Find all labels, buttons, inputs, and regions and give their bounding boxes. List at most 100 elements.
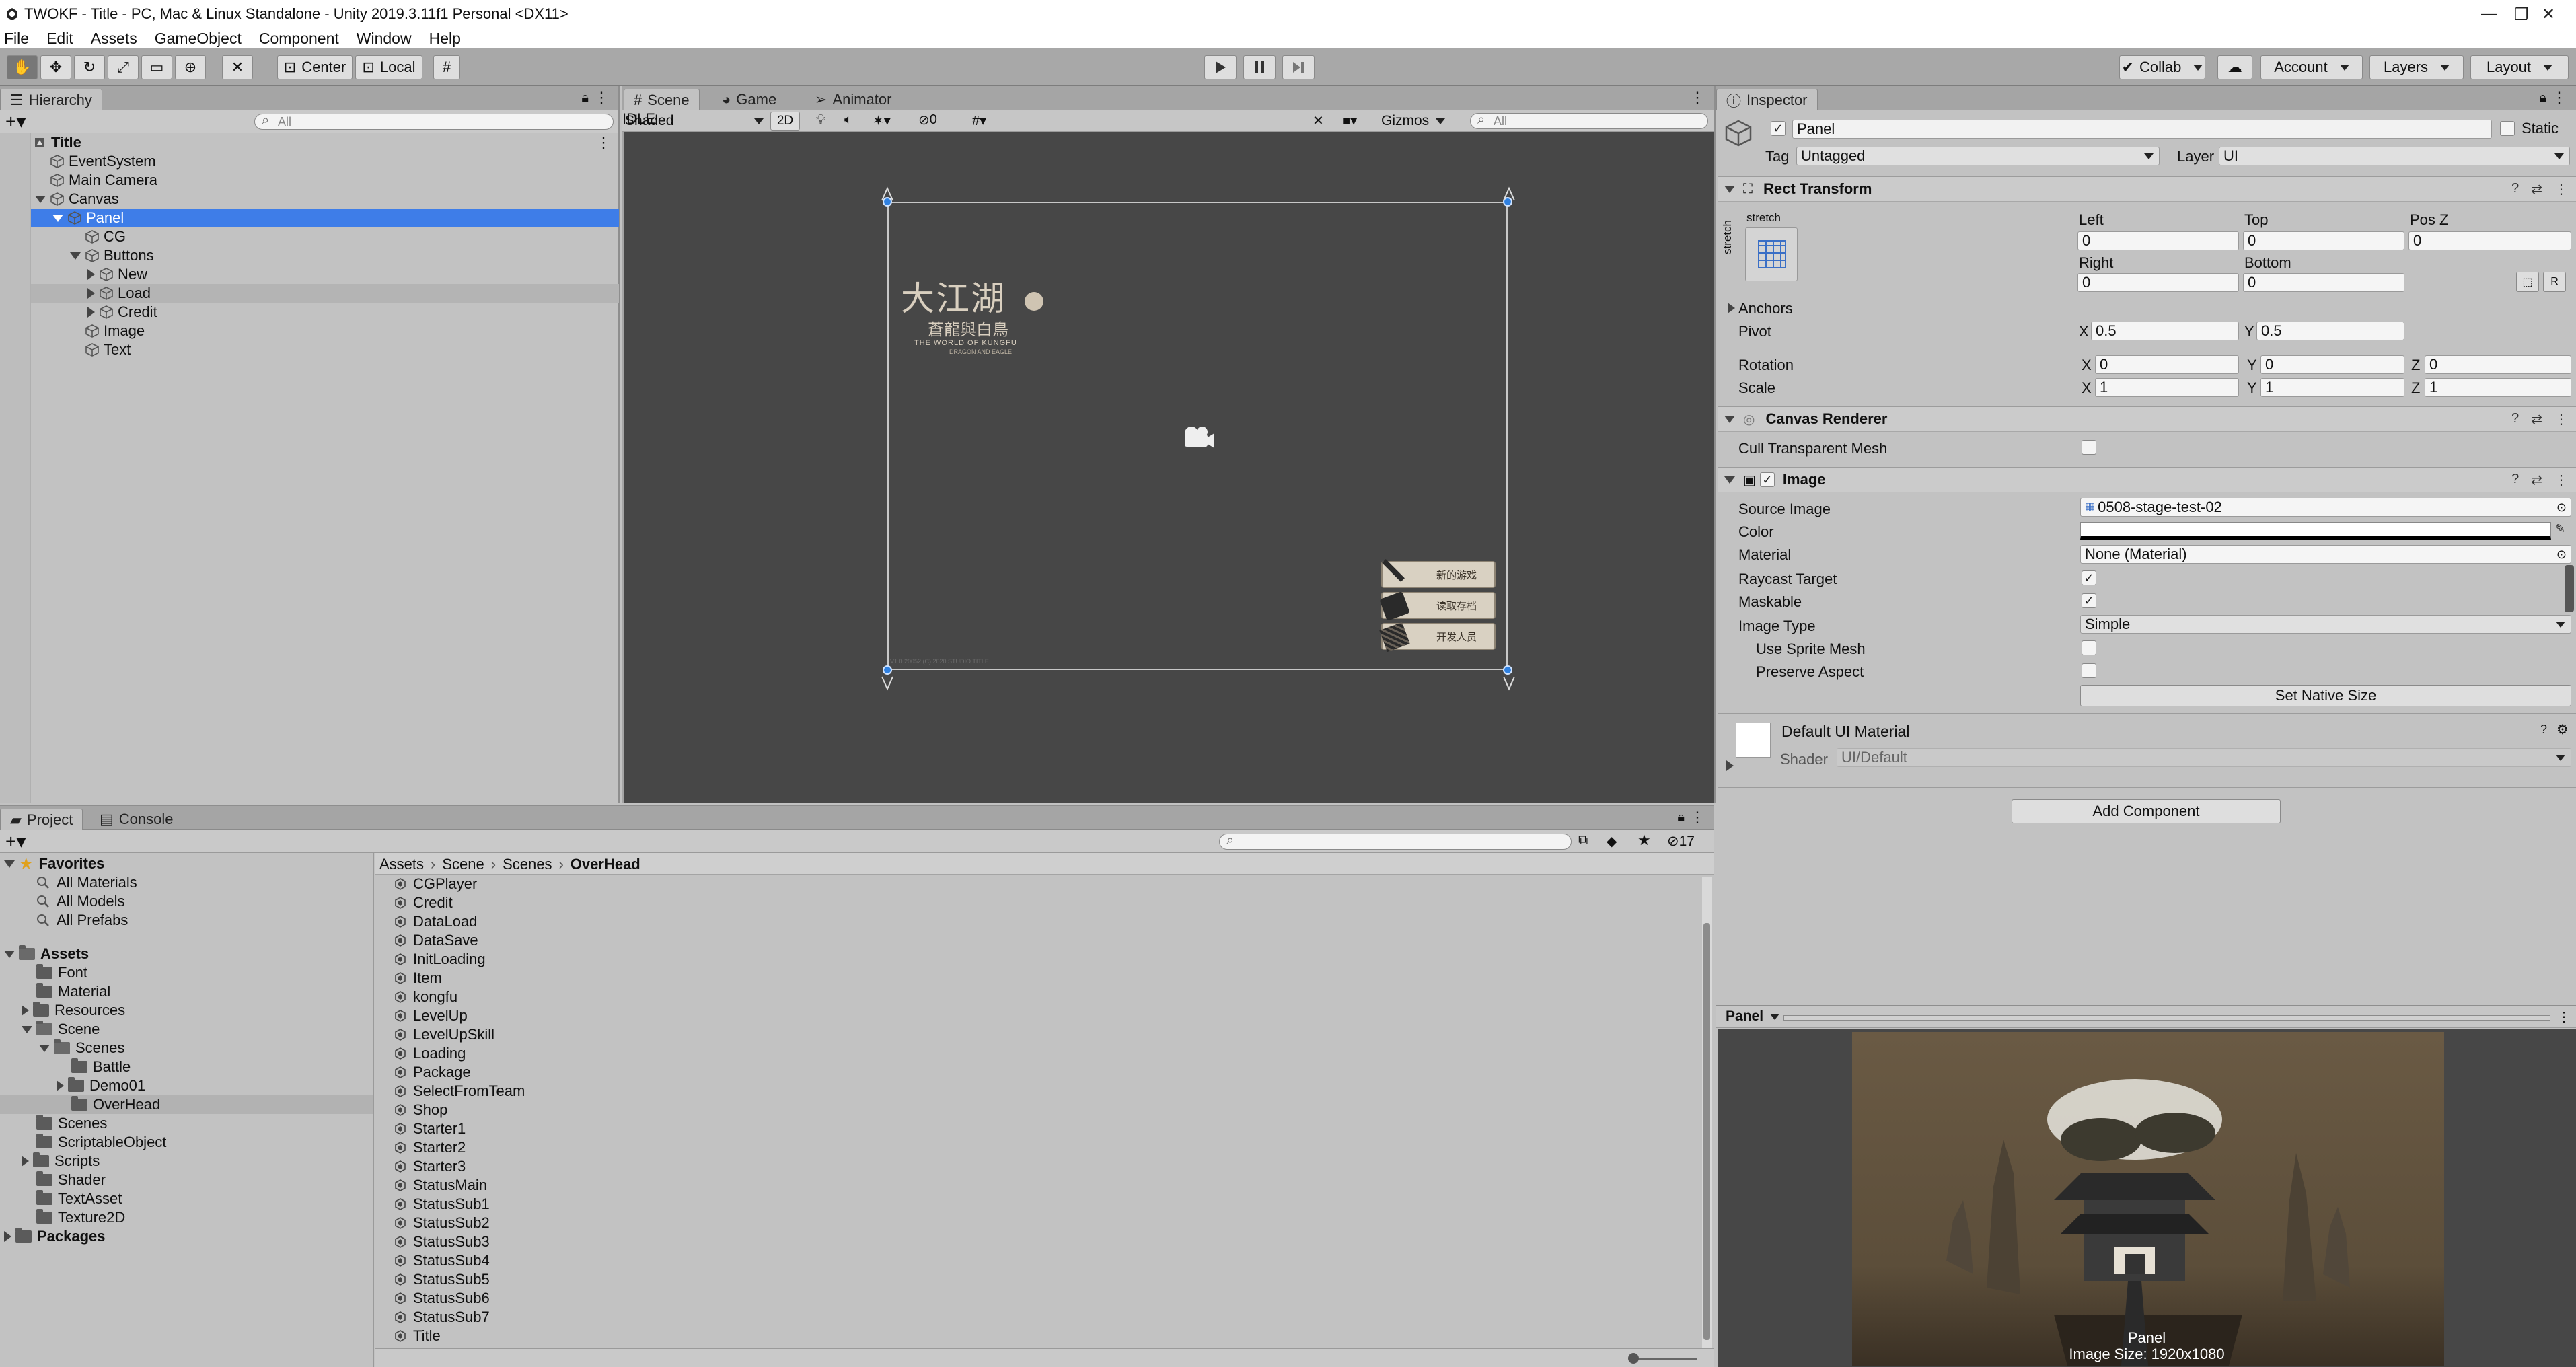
tab-inspector[interactable]: ⓘ Inspector [1716,89,1818,110]
asset-item-title[interactable]: Title [394,1327,441,1345]
asset-item-statussub2[interactable]: StatusSub2 [394,1214,490,1232]
folder-item-all-prefabs[interactable]: All Prefabs [0,911,373,930]
hierarchy-item-main-camera[interactable]: Main Camera [0,171,619,190]
hierarchy-item-eventsystem[interactable]: EventSystem [0,152,619,171]
asset-item-credit[interactable]: Credit [394,893,453,912]
tag-dropdown[interactable]: Untagged [1796,147,2160,165]
menu-edit[interactable]: Edit [46,30,73,48]
color-swatch[interactable] [2080,522,2551,540]
context-menu-icon[interactable]: ⋮ [2554,472,2568,488]
asset-list-scrollbar-thumb[interactable] [1703,923,1710,1340]
breadcrumb-item-scene[interactable]: Scene [442,856,484,873]
favorite-star-icon[interactable]: ★ [1637,832,1651,849]
hierarchy-search-input[interactable]: All [254,113,614,130]
layers-dropdown[interactable]: Layers [2369,55,2464,79]
transform-tool-icon[interactable]: ⊕ [175,55,206,79]
project-kebab-icon[interactable]: ⋮ [1690,809,1705,826]
hierarchy-item-text[interactable]: Text [0,340,619,359]
grid-snap-icon[interactable]: # [433,55,460,79]
top-field[interactable]: 0 [2243,231,2404,250]
project-create-plus-icon[interactable]: +▾ [5,830,26,852]
menu-help[interactable]: Help [429,30,461,48]
account-dropdown[interactable]: Account [2260,55,2363,79]
tools-icon[interactable]: ✕ [1313,112,1324,129]
raycast-target-checkbox[interactable]: ✓ [2082,570,2096,585]
help-icon[interactable]: ? [2511,181,2519,198]
move-tool-icon[interactable]: ✥ [40,55,71,79]
effects-icon[interactable]: ✶▾ [873,112,891,129]
add-component-button[interactable]: Add Component [2012,799,2281,823]
image-type-dropdown[interactable]: Simple [2080,615,2571,634]
folder-item-favorites[interactable]: ★ Favorites [0,854,373,873]
hierarchy-item-panel[interactable]: Panel [0,209,619,227]
folder-item-texture2d[interactable]: Texture2D [0,1208,373,1227]
anchor-tl-icon[interactable] [875,186,898,202]
rect-handle-br[interactable] [1503,665,1512,675]
folder-item-all-materials[interactable]: All Materials [0,873,373,892]
fold-arrow-icon[interactable] [1724,185,1735,193]
fold-arrow-icon[interactable] [22,1156,29,1167]
inspector-lock-icon[interactable]: 🔒︎ [2539,90,2546,106]
breadcrumb-item-scenes[interactable]: Scenes [503,856,552,873]
gizmos-dropdown[interactable]: Gizmos [1381,112,1445,131]
fold-arrow-icon[interactable] [87,269,95,280]
hierarchy-item-title[interactable]: Title ⋮ [0,133,619,152]
asset-item-statussub4[interactable]: StatusSub4 [394,1251,490,1270]
pivot-center-toggle[interactable]: ⊡ Center [277,55,353,79]
anchors-label[interactable]: Anchors [1738,300,1793,318]
preview-target-dropdown[interactable]: Panel [1726,1008,1779,1025]
tab-console[interactable]: ▤ Console [90,809,183,830]
lock-icon[interactable]: 🔒︎ [581,90,589,106]
folder-item-scenes[interactable]: Scenes [0,1039,373,1058]
asset-item-loading[interactable]: Loading [394,1044,466,1063]
breadcrumb-item-overhead[interactable]: OverHead [571,856,640,873]
breadcrumb-item-assets[interactable]: Assets [379,856,424,873]
asset-item-cgplayer[interactable]: CGPlayer [394,875,477,893]
fold-arrow-icon[interactable] [87,288,95,299]
material-help-icon[interactable]: ? [2540,723,2547,737]
asset-item-datasave[interactable]: DataSave [394,931,478,950]
camera-icon[interactable]: ■▾ [1342,112,1357,129]
folder-item-scriptableobject[interactable]: ScriptableObject [0,1133,373,1152]
posz-field[interactable]: 0 [2408,231,2571,250]
grid-toggle-icon[interactable]: #▾ [972,112,986,129]
fold-arrow-icon[interactable] [4,950,15,958]
right-field[interactable]: 0 [2077,273,2239,292]
hidden-packages-toggle[interactable]: ⊘ 17 [1667,833,1695,850]
fold-arrow-icon[interactable] [57,1080,64,1091]
object-picker-icon[interactable]: ⊙ [2556,498,2567,516]
fold-arrow-icon[interactable] [1724,415,1735,423]
fold-arrow-icon[interactable] [4,860,15,868]
raw-edit-button[interactable]: R [2543,272,2566,292]
context-menu-icon[interactable]: ⋮ [2554,411,2568,428]
fold-arrow-icon[interactable] [70,252,81,260]
shading-mode-dropdown[interactable]: Shaded [625,112,766,131]
fold-arrow-icon[interactable] [22,1005,29,1016]
search-by-label-icon[interactable]: ◆ [1607,833,1617,850]
asset-item-selectfromteam[interactable]: SelectFromTeam [394,1082,525,1101]
scene-kebab-icon[interactable]: ⋮ [596,134,611,151]
asset-item-statussub6[interactable]: StatusSub6 [394,1289,490,1308]
scene-kebab-icon[interactable]: ⋮ [1690,89,1705,106]
cloud-button[interactable]: ☁ [2217,55,2252,79]
custom-tool-icon[interactable]: ✕ [222,55,253,79]
maskable-checkbox[interactable]: ✓ [2082,593,2096,608]
rotate-tool-icon[interactable]: ↻ [74,55,105,79]
anchor-tr-icon[interactable] [1498,186,1521,202]
eyedropper-icon[interactable]: ✎ [2555,522,2565,536]
preserve-aspect-checkbox[interactable] [2082,663,2096,678]
preview-kebab-icon[interactable]: ⋮ [2557,1008,2571,1025]
active-checkbox[interactable]: ✓ [1771,121,1786,136]
asset-item-statusmain[interactable]: StatusMain [394,1176,487,1195]
tab-scene[interactable]: # Scene [624,89,700,110]
preview-drag-bar[interactable] [1783,1015,2550,1021]
image-enabled-checkbox[interactable]: ✓ [1759,472,1775,487]
hidden-objects-toggle[interactable]: ⊘ 0 [918,112,937,128]
asset-item-levelupskill[interactable]: LevelUpSkill [394,1025,494,1044]
hierarchy-item-buttons[interactable]: Buttons [0,246,619,265]
mode-2d-toggle[interactable]: 2D [770,112,800,131]
audio-icon[interactable]: 🔈︎ [844,112,852,128]
fold-arrow-icon[interactable] [35,195,46,203]
folder-item-scene[interactable]: Scene [0,1020,373,1039]
inspector-scrollbar[interactable] [2565,565,2574,612]
